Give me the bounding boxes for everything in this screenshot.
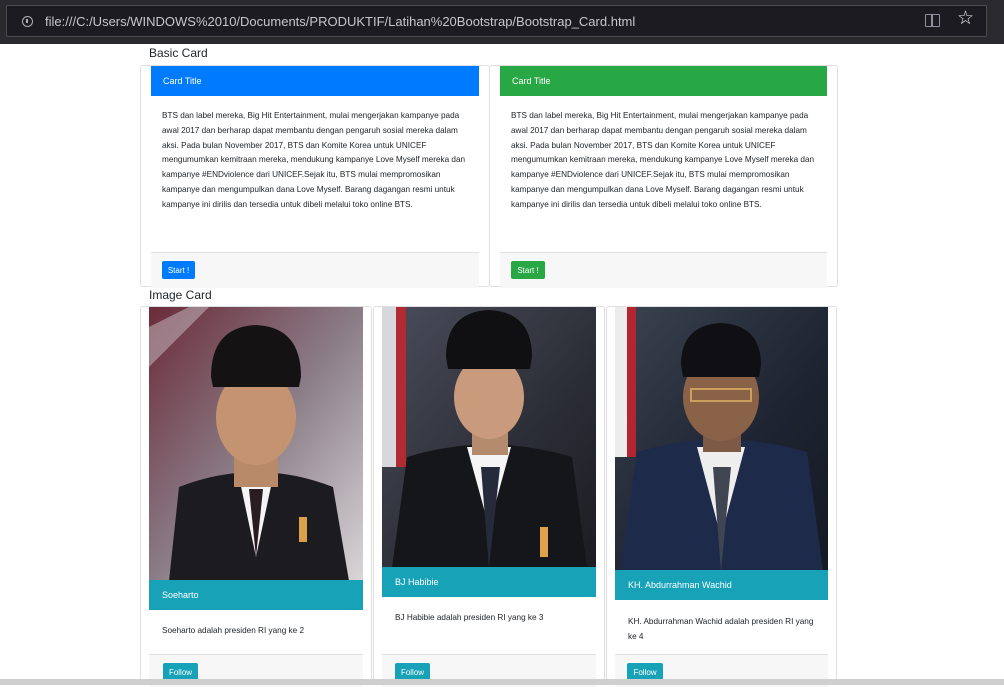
image-card-habibie: BJ Habibie BJ Habibie adalah presiden RI… bbox=[373, 306, 605, 687]
start-button[interactable]: Start ! bbox=[162, 261, 195, 279]
portrait-image bbox=[615, 307, 828, 571]
reader-view-icon[interactable] bbox=[925, 14, 940, 27]
card-footer: Start ! bbox=[500, 252, 827, 288]
portrait-image bbox=[149, 307, 363, 581]
basic-card-blue: Card Title BTS dan label mereka, Big Hit… bbox=[140, 65, 490, 288]
image-card-soeharto: Soeharto Soeharto adalah presiden RI yan… bbox=[140, 306, 372, 687]
card-header: KH. Abdurrahman Wachid bbox=[615, 570, 828, 600]
horizontal-scrollbar[interactable] bbox=[0, 679, 1004, 685]
basic-card-green: Card Title BTS dan label mereka, Big Hit… bbox=[489, 65, 838, 288]
card-text: BJ Habibie adalah presiden RI yang ke 3 bbox=[395, 613, 544, 622]
card-text: BTS dan label mereka, Big Hit Entertainm… bbox=[162, 111, 466, 209]
card-header: Soeharto bbox=[149, 580, 363, 610]
url-text[interactable]: file:///C:/Users/WINDOWS%2010/Documents/… bbox=[45, 14, 635, 29]
card-text: Soeharto adalah presiden RI yang ke 2 bbox=[162, 626, 305, 635]
info-icon[interactable] bbox=[22, 16, 33, 27]
start-button[interactable]: Start ! bbox=[511, 261, 545, 279]
browser-toolbar: file:///C:/Users/WINDOWS%2010/Documents/… bbox=[0, 0, 1004, 44]
card-text: BTS dan label mereka, Big Hit Entertainm… bbox=[511, 111, 815, 209]
bookmark-star-icon[interactable]: ☆ bbox=[957, 9, 974, 29]
card-header: Card Title bbox=[500, 66, 827, 96]
section-title-image: Image Card bbox=[149, 288, 212, 302]
card-footer: Start ! bbox=[151, 252, 479, 288]
image-card-wachid: KH. Abdurrahman Wachid KH. Abdurrahman W… bbox=[606, 306, 837, 687]
card-header: BJ Habibie bbox=[382, 567, 596, 597]
card-text: KH. Abdurrahman Wachid adalah presiden R… bbox=[628, 617, 814, 641]
card-header: Card Title bbox=[151, 66, 479, 96]
address-bar[interactable]: file:///C:/Users/WINDOWS%2010/Documents/… bbox=[6, 5, 987, 37]
section-title-basic: Basic Card bbox=[149, 46, 208, 60]
portrait-image bbox=[382, 307, 596, 568]
